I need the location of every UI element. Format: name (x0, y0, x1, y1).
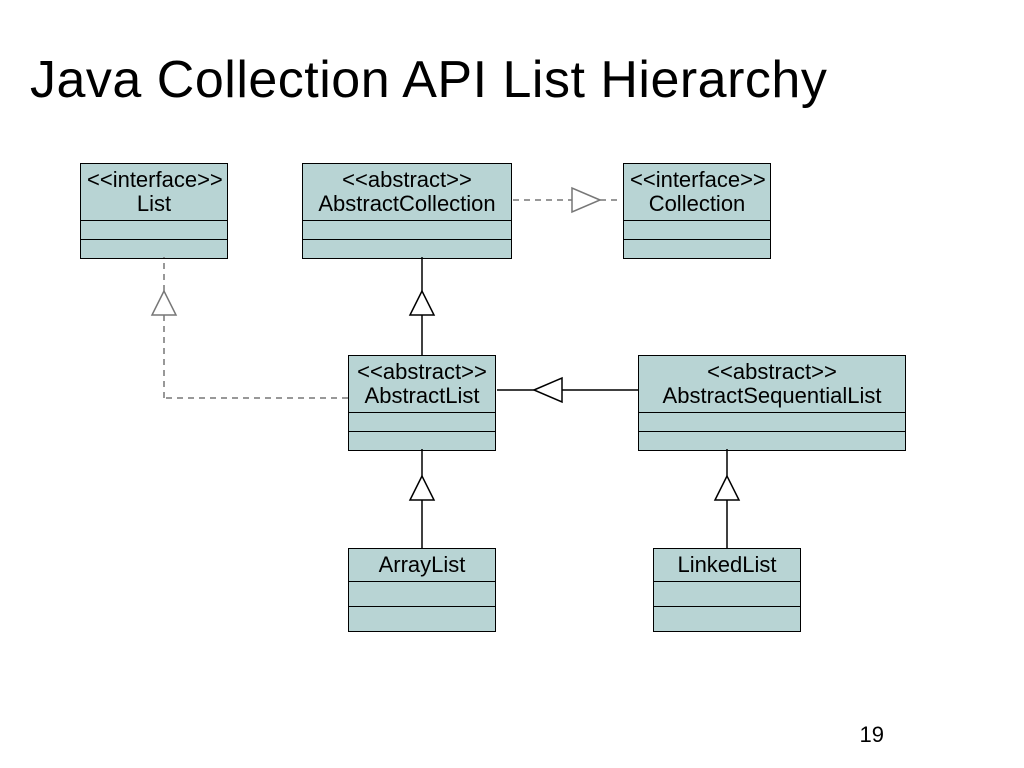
uml-operations-compartment (349, 607, 495, 631)
uml-operations-compartment (303, 240, 511, 258)
uml-class-name: AbstractSequentialList (645, 384, 899, 408)
uml-attributes-compartment (303, 221, 511, 240)
uml-stereotype: <<interface>> (630, 168, 764, 192)
slide: Java Collection API List Hierarchy <<int… (0, 0, 1024, 768)
uml-operations-compartment (639, 432, 905, 450)
page-number: 19 (860, 722, 884, 748)
uml-stereotype: <<interface>> (87, 168, 221, 192)
uml-attributes-compartment (349, 582, 495, 607)
uml-class-name: List (87, 192, 221, 216)
uml-abstract-abstractsequentiallist: <<abstract>> AbstractSequentialList (638, 355, 906, 451)
uml-class-name: LinkedList (660, 553, 794, 577)
uml-box-header: ArrayList (349, 549, 495, 582)
uml-class-name: AbstractCollection (309, 192, 505, 216)
uml-stereotype: <<abstract>> (355, 360, 489, 384)
uml-operations-compartment (81, 240, 227, 258)
uml-attributes-compartment (349, 413, 495, 432)
slide-title: Java Collection API List Hierarchy (30, 50, 827, 110)
uml-class-name: ArrayList (355, 553, 489, 577)
uml-interface-collection: <<interface>> Collection (623, 163, 771, 259)
uml-operations-compartment (624, 240, 770, 258)
uml-attributes-compartment (654, 582, 800, 607)
uml-stereotype: <<abstract>> (645, 360, 899, 384)
uml-operations-compartment (654, 607, 800, 631)
uml-box-header: <<abstract>> AbstractList (349, 356, 495, 413)
uml-abstract-abstractlist: <<abstract>> AbstractList (348, 355, 496, 451)
uml-class-name: AbstractList (355, 384, 489, 408)
uml-stereotype: <<abstract>> (309, 168, 505, 192)
uml-attributes-compartment (81, 221, 227, 240)
uml-box-header: LinkedList (654, 549, 800, 582)
uml-box-header: <<interface>> Collection (624, 164, 770, 221)
uml-class-linkedlist: LinkedList (653, 548, 801, 632)
uml-attributes-compartment (624, 221, 770, 240)
uml-box-header: <<abstract>> AbstractCollection (303, 164, 511, 221)
uml-operations-compartment (349, 432, 495, 450)
uml-box-header: <<abstract>> AbstractSequentialList (639, 356, 905, 413)
uml-interface-list: <<interface>> List (80, 163, 228, 259)
uml-attributes-compartment (639, 413, 905, 432)
uml-abstract-abstractcollection: <<abstract>> AbstractCollection (302, 163, 512, 259)
uml-class-arraylist: ArrayList (348, 548, 496, 632)
uml-class-name: Collection (630, 192, 764, 216)
uml-box-header: <<interface>> List (81, 164, 227, 221)
